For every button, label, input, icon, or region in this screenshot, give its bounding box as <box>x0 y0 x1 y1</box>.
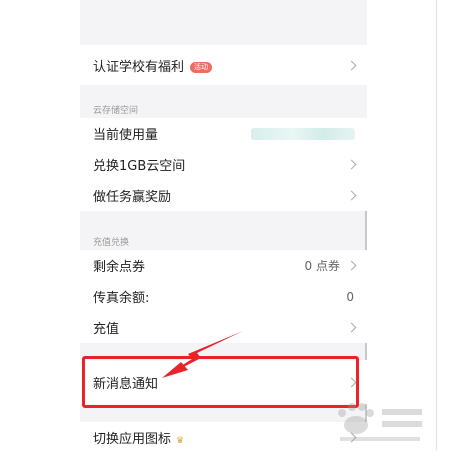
baidu-watermark-logo <box>338 403 422 441</box>
red-pointer-arrow <box>162 331 243 378</box>
